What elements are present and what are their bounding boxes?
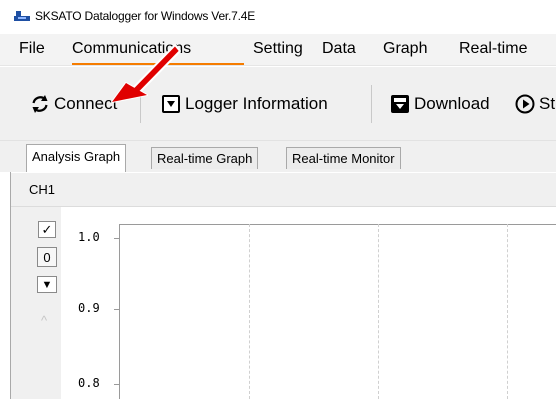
menu-bar: File Communications Setting Data Graph R… <box>0 34 556 66</box>
connect-label: Connect <box>54 94 118 113</box>
download-button[interactable]: Download <box>389 90 490 118</box>
y-axis-label: 0.8 <box>78 376 100 390</box>
toolbar-separator <box>371 85 372 123</box>
graph-plot-area[interactable] <box>119 224 556 399</box>
play-circle-icon <box>514 93 536 115</box>
refresh-icon <box>29 93 51 115</box>
y-axis-label: 1.0 <box>78 230 100 244</box>
logger-information-button[interactable]: Logger Information <box>160 90 328 118</box>
datalogger-app-icon <box>14 11 30 21</box>
start-button[interactable]: St <box>514 90 555 118</box>
y-axis-label: 0.9 <box>78 301 100 315</box>
menu-file[interactable]: File <box>19 40 45 58</box>
y-tick <box>114 384 120 385</box>
window-title: SKSATO Datalogger for Windows Ver.7.4E <box>35 9 256 23</box>
offset-value-box[interactable]: 0 <box>37 247 57 267</box>
menu-setting[interactable]: Setting <box>253 40 303 58</box>
connect-button[interactable]: Connect <box>29 90 117 118</box>
logger-download-icon <box>160 93 182 115</box>
channel-header: CH1 <box>11 173 556 207</box>
tab-analysis-graph[interactable]: Analysis Graph <box>26 144 127 172</box>
y-tick <box>114 309 120 310</box>
tab-real-time-monitor[interactable]: Real-time Monitor <box>286 147 401 169</box>
menu-real-time[interactable]: Real-time <box>459 40 527 58</box>
toolbar: Connect Logger Information Download St <box>0 67 556 141</box>
vertical-gridline <box>249 224 250 399</box>
vertical-gridline <box>507 224 508 399</box>
download-label: Download <box>414 94 490 113</box>
y-tick <box>114 238 120 239</box>
start-label: St <box>539 94 556 113</box>
channel-label: CH1 <box>29 182 56 197</box>
menu-graph[interactable]: Graph <box>383 40 427 58</box>
menu-data[interactable]: Data <box>322 40 356 58</box>
logger-information-label: Logger Information <box>185 94 328 113</box>
graph-tabstrip: Analysis Graph Real-time Graph Real-time… <box>0 141 556 172</box>
menu-communications[interactable]: Communications <box>72 40 191 58</box>
channel-controls: ✓ 0 ▼ ^ <box>11 207 61 399</box>
active-menu-underline <box>72 63 244 65</box>
toolbar-separator <box>140 85 141 123</box>
vertical-gridline <box>378 224 379 399</box>
channel-dropdown-button[interactable]: ▼ <box>37 276 57 293</box>
channel-visible-checkbox[interactable]: ✓ <box>38 221 56 238</box>
inbox-download-icon <box>389 93 411 115</box>
tab-real-time-graph[interactable]: Real-time Graph <box>151 147 259 169</box>
window-titlebar: SKSATO Datalogger for Windows Ver.7.4E <box>0 0 556 34</box>
scroll-up-arrow[interactable]: ^ <box>41 313 47 328</box>
